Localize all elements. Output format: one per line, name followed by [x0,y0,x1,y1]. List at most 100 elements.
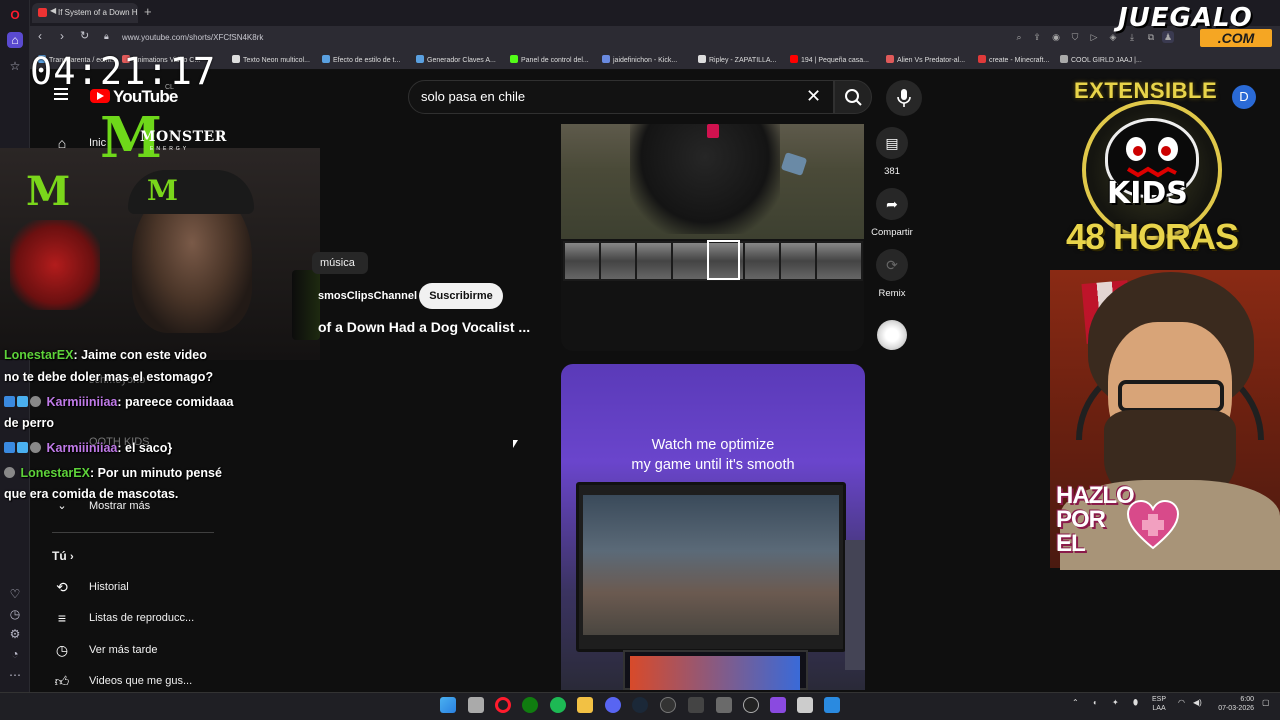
bookmark-item[interactable]: Ripley - ZAPATILLA... [698,55,776,64]
bookmark-item[interactable]: COOL GIRLD JAAJ |... [1060,55,1142,64]
badge-icon [17,396,28,407]
short-title[interactable]: of a Down Had a Dog Vocalist ... [318,319,530,335]
channel-avatar[interactable] [877,320,907,350]
search-page-icon[interactable]: ⌕ [1013,31,1025,43]
bookmark-item[interactable]: jaidefinichon - Kick... [602,55,677,64]
forward-icon[interactable]: › [60,29,64,43]
history-icon[interactable]: ◷ [7,606,23,622]
sidebar-item-liked[interactable]: Videos que me gus... [89,675,192,687]
share-label: Compartir [871,227,913,238]
bookmark-item[interactable]: Alien Vs Predator-al... [886,55,965,64]
language-indicator[interactable]: ESP LAA [1152,695,1166,713]
browser-tab[interactable]: If System of a Down H [32,3,138,23]
start-icon[interactable] [440,697,456,713]
tray-app-icon[interactable]: ✦ [1112,698,1119,707]
player-icon[interactable]: ▷ [1088,31,1100,43]
chat-line: LonestarEX: Por un minuto pensé [4,466,222,480]
wifi-icon[interactable]: ◠ [1178,698,1185,707]
account-avatar[interactable]: D [1232,85,1256,109]
camera-icon[interactable]: ◉ [1050,31,1062,43]
sidebar-item-playlists[interactable]: Listas de reproducc... [89,612,194,624]
back-icon[interactable]: ‹ [38,29,42,43]
channel-name[interactable]: smosClipsChannel [318,290,417,302]
remix-button[interactable]: ⟳ [876,249,908,281]
shield-icon[interactable]: ⛉ [1069,31,1081,43]
reload-icon[interactable]: ↻ [80,29,89,42]
history-nav-icon[interactable]: ⟲ [53,578,71,596]
search-input[interactable]: solo pasa en chile [421,89,525,104]
clock-icon[interactable]: ◷ [53,641,71,659]
clock-date[interactable]: 6:00 07-03-2026 [1214,695,1254,713]
pin-icon[interactable]: ☆ [7,58,23,74]
spotify-icon[interactable] [550,697,566,713]
mouse-cursor [513,440,518,448]
voice-search-button[interactable] [886,80,922,116]
speaker-icon[interactable]: ◀ [50,6,56,15]
volume-icon[interactable]: ◀) [1193,698,1202,707]
monster-can-logo-icon: M [26,168,71,215]
badge-icon [30,396,41,407]
notepad-icon[interactable] [797,697,813,713]
tray-chevron-icon[interactable]: ⌃ [1072,698,1079,707]
heart-icon[interactable]: ♡ [7,586,23,602]
more-icon[interactable]: ⋯ [7,667,23,683]
share-icon[interactable]: ⇪ [1031,31,1043,43]
subscribe-button[interactable]: Suscribirme [419,283,503,309]
sidebar-item-history[interactable]: Historial [89,581,129,593]
bookmark-item[interactable]: Texto Neon multicol... [232,55,310,64]
filmstrip-frame [565,243,599,279]
photos-icon[interactable] [824,697,840,713]
sidebar-you-header[interactable]: Tú › [52,549,74,569]
bookmark-item[interactable]: Panel de control del... [510,55,589,64]
tab-title: If System of a Down H [58,8,138,17]
app-icon[interactable] [770,697,786,713]
tray-app-icon[interactable]: ◐ [1093,698,1098,707]
notifications-icon[interactable]: ▢ [1262,698,1270,707]
tray-app-icon[interactable]: ⬮ [1133,698,1138,708]
juegalo-logo-com: .COM [1200,29,1272,47]
opera-logo-icon[interactable]: O [7,7,23,23]
app-icon[interactable] [743,697,759,713]
bookmark-item[interactable]: Generador Claves A... [416,55,496,64]
search-button[interactable] [834,80,872,114]
bookmark-item[interactable]: 194 | Pequeña casa... [790,55,869,64]
xbox-icon[interactable] [522,697,538,713]
clear-search-icon[interactable]: ✕ [806,86,821,107]
taskview-icon[interactable] [468,697,484,713]
monster-sub: ENERGY [150,146,190,152]
home-icon[interactable]: ⌂ [7,32,23,48]
comments-button[interactable]: ▤ [876,127,908,159]
discord-icon[interactable] [605,697,621,713]
bookmark-item[interactable]: create - Minecraft... [978,55,1049,64]
show-more-button[interactable]: Mostrar más [89,500,150,512]
hours-label: 48 HORAS [1066,216,1239,257]
monster-brand: MONSTER [140,129,227,145]
share-button[interactable]: ➦ [876,188,908,220]
steam-icon[interactable] [632,697,648,713]
remix-label: Remix [878,288,906,299]
capcut-icon[interactable] [688,697,704,713]
url-input[interactable]: www.youtube.com/shorts/XFCfSN4K8rk [116,30,996,46]
chat-line: Karmiiiniiaa: el saco} [4,441,172,455]
filmstrip-frame [673,243,707,279]
opera-icon[interactable] [495,697,511,713]
filmstrip-frame [781,243,815,279]
chat-line: LonestarEX: Jaime con este video [4,348,207,362]
minecraft-icon[interactable] [716,697,732,713]
share-arrow-icon: ➦ [886,196,898,212]
cap-logo-icon: M [147,174,178,207]
thumbs-up-icon[interactable]: 👍︎ [53,672,71,690]
comments-count: 381 [884,166,900,177]
obs-icon[interactable] [660,697,676,713]
lightbulb-icon[interactable]: ◔ [7,646,23,662]
phone-image [845,540,865,670]
settings-icon[interactable]: ⚙ [7,626,23,642]
music-tag[interactable]: música [312,252,368,274]
new-tab-button[interactable]: + [144,4,152,19]
bookmark-item[interactable]: Efecto de estilo de t... [322,55,400,64]
playlist-icon[interactable]: ≡ [53,609,71,627]
kids-label: KIDS [1107,176,1188,211]
sidebar-item-watch-later[interactable]: Ver más tarde [89,644,157,656]
chat-line: no te debe doler mas el estomago? [4,370,214,384]
folder-icon[interactable] [577,697,593,713]
